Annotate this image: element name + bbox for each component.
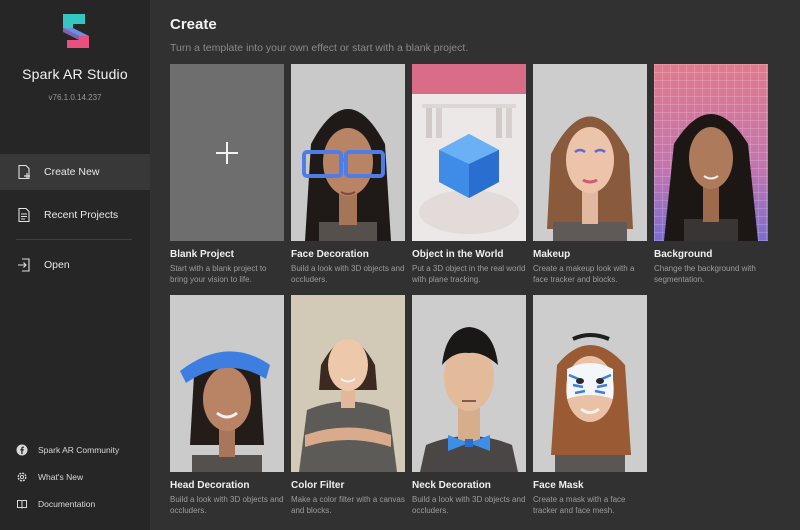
nav-recent-projects[interactable]: Recent Projects (0, 197, 150, 233)
template-title: Face Mask (533, 480, 584, 491)
template-title: Neck Decoration (412, 480, 491, 491)
template-card-blank-project[interactable]: Blank Project Start with a blank project… (170, 64, 284, 285)
nav-divider (16, 239, 132, 240)
template-thumbnail (291, 295, 405, 472)
template-card-head-decoration[interactable]: Head Decoration Build a look with 3D obj… (170, 295, 284, 516)
template-card-makeup[interactable]: Makeup Create a makeup look with a face … (533, 64, 647, 285)
makeup-illustration (533, 64, 647, 241)
template-description: Create a makeup look with a face tracker… (533, 264, 635, 284)
template-description: Build a look with 3D objects and occlude… (412, 495, 526, 515)
template-card-background[interactable]: Background Change the background with se… (654, 64, 768, 285)
nav-open[interactable]: Open (0, 247, 150, 283)
book-icon (16, 498, 28, 510)
template-thumbnail (170, 64, 284, 241)
nav-label: Recent Projects (44, 209, 119, 221)
footer-documentation-link[interactable]: Documentation (0, 494, 150, 514)
face-decoration-illustration (291, 64, 405, 241)
facebook-icon (16, 444, 28, 456)
template-thumbnail (654, 64, 768, 241)
template-title: Background (654, 249, 713, 260)
nav-create-new[interactable]: Create New (0, 154, 150, 190)
footer-label: What's New (38, 472, 84, 482)
template-card-neck-decoration[interactable]: Neck Decoration Build a look with 3D obj… (412, 295, 526, 516)
background-illustration (654, 64, 768, 241)
template-thumbnail (412, 64, 526, 241)
open-icon (16, 257, 32, 273)
template-card-object-in-the-world[interactable]: Object in the World Put a 3D object in t… (412, 64, 526, 285)
template-description: Build a look with 3D objects and occlude… (291, 264, 405, 284)
nav-label: Create New (44, 166, 100, 178)
footer-label: Spark AR Community (38, 445, 120, 455)
template-title: Makeup (533, 249, 571, 260)
template-description: Make a color filter with a canvas and bl… (291, 495, 405, 515)
template-description: Build a look with 3D objects and occlude… (170, 495, 284, 515)
app-version: v76.1.0.14.237 (48, 93, 102, 102)
gear-icon (16, 471, 28, 483)
app-name: Spark AR Studio (22, 66, 128, 82)
face-mask-illustration (533, 295, 647, 472)
template-card-face-mask[interactable]: Face Mask Create a mask with a face trac… (533, 295, 647, 516)
page-title: Create (170, 16, 217, 33)
head-decoration-illustration (170, 295, 284, 472)
sidebar: Spark AR Studio v76.1.0.14.237 Create Ne… (0, 0, 150, 530)
template-description: Change the background with segmentation. (654, 264, 756, 284)
neck-decoration-illustration (412, 295, 526, 472)
create-new-icon (16, 164, 32, 180)
template-thumbnail (291, 64, 405, 241)
footer-community-link[interactable]: Spark AR Community (0, 440, 150, 460)
page-subtitle: Turn a template into your own effect or … (170, 42, 469, 54)
nav-label: Open (44, 259, 70, 271)
template-title: Head Decoration (170, 480, 250, 491)
template-title: Face Decoration (291, 249, 369, 260)
template-description: Put a 3D object in the real world with p… (412, 264, 526, 284)
template-card-color-filter[interactable]: Color Filter Make a color filter with a … (291, 295, 405, 516)
footer-label: Documentation (38, 499, 96, 509)
plus-icon (216, 142, 238, 164)
color-filter-illustration (291, 295, 405, 472)
footer-whats-new-link[interactable]: What's New (0, 467, 150, 487)
template-description: Start with a blank project to bring your… (170, 264, 267, 284)
template-title: Object in the World (412, 249, 504, 260)
spark-ar-logo (63, 14, 89, 48)
template-title: Blank Project (170, 249, 234, 260)
template-thumbnail (533, 64, 647, 241)
template-title: Color Filter (291, 480, 345, 491)
template-description: Create a mask with a face tracker and fa… (533, 495, 626, 515)
template-card-face-decoration[interactable]: Face Decoration Build a look with 3D obj… (291, 64, 405, 285)
template-thumbnail (533, 295, 647, 472)
document-icon (16, 207, 32, 223)
template-thumbnail (170, 295, 284, 472)
object-in-the-world-illustration (412, 64, 526, 241)
template-thumbnail (412, 295, 526, 472)
